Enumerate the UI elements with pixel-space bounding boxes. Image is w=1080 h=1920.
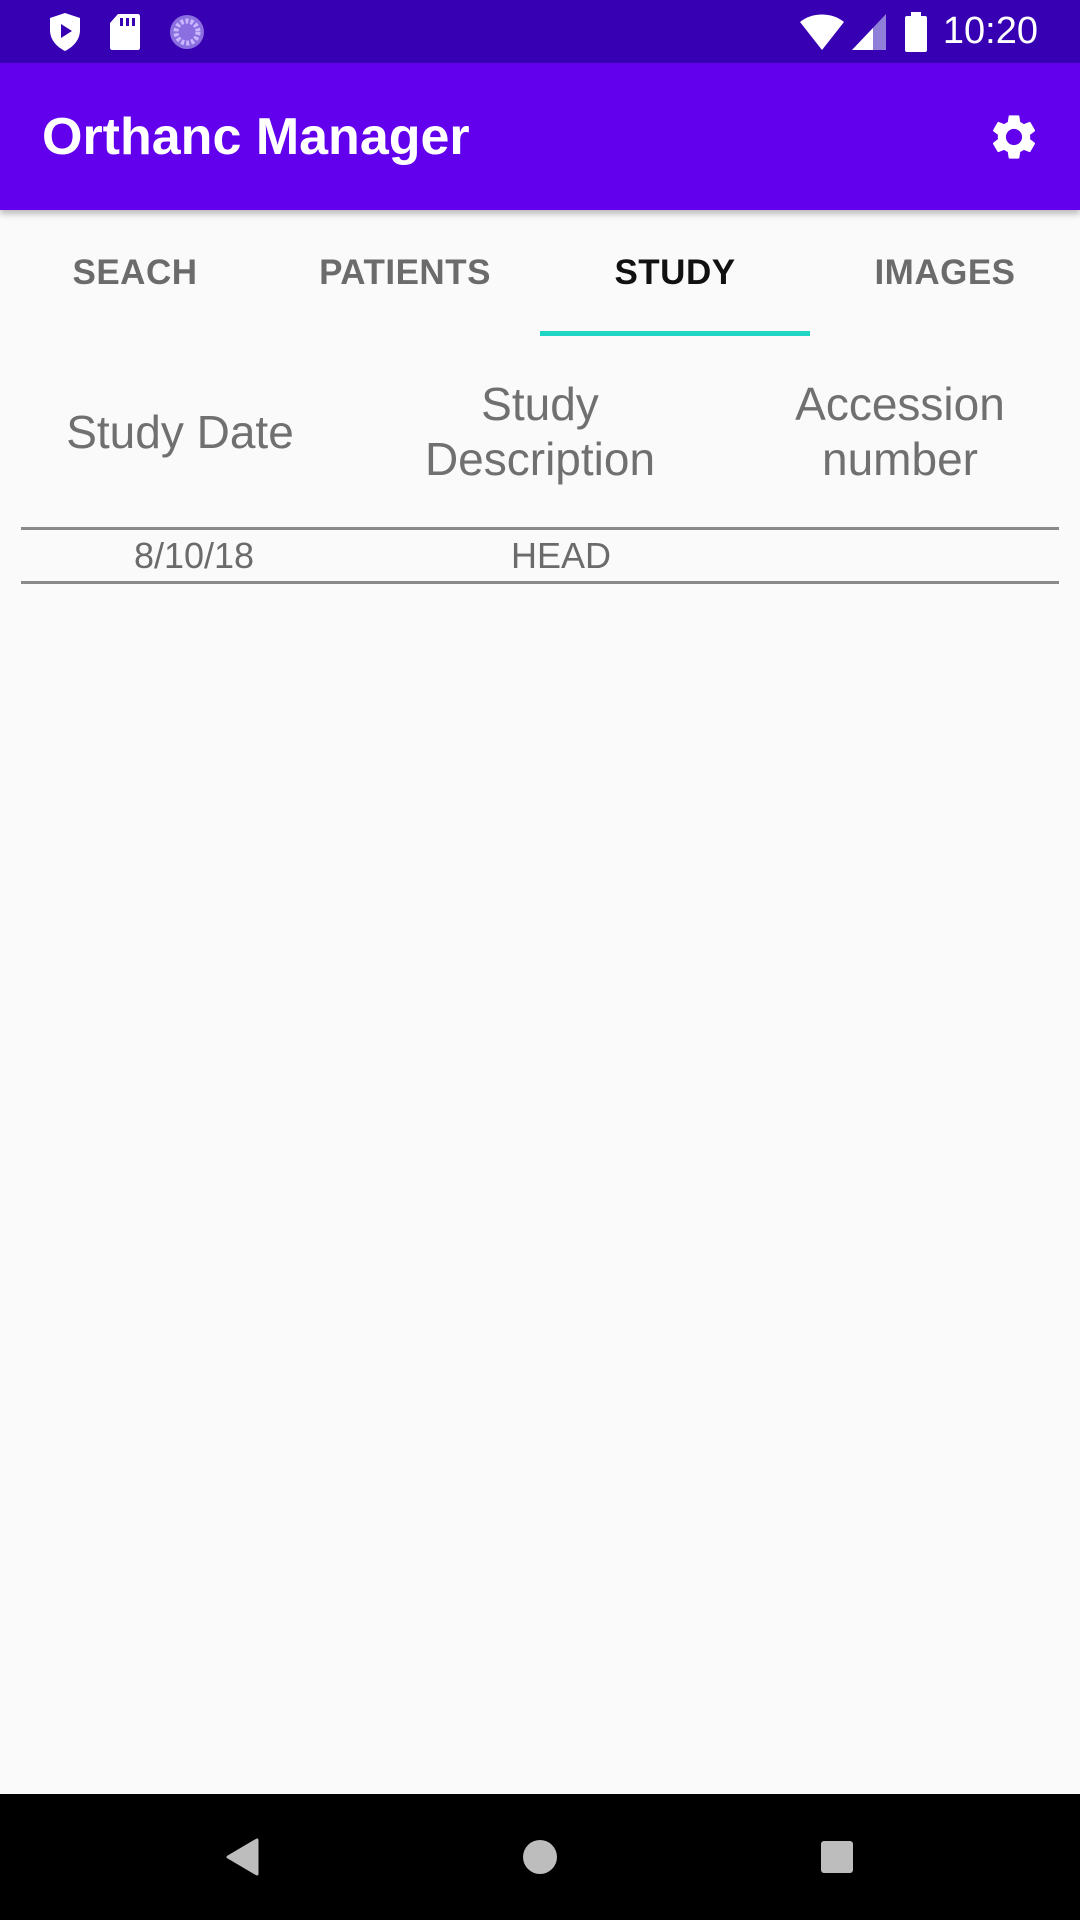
sd-card-icon	[109, 13, 141, 51]
sync-circle-icon	[168, 13, 206, 51]
recents-button[interactable]	[797, 1817, 877, 1897]
wifi-icon	[799, 13, 845, 51]
tab-images[interactable]: IMAGES	[810, 210, 1080, 336]
home-circle-icon	[521, 1838, 559, 1876]
tab-label: STUDY	[614, 253, 736, 292]
status-bar: 10:20	[0, 0, 1080, 63]
header-label-line: Study	[481, 378, 599, 430]
tab-label: PATIENTS	[319, 253, 491, 292]
settings-button[interactable]	[982, 105, 1046, 169]
navigation-bar	[0, 1794, 1080, 1920]
tab-study[interactable]: STUDY	[540, 210, 810, 336]
row-divider-bottom	[21, 581, 1059, 584]
tab-patients[interactable]: PATIENTS	[270, 210, 540, 336]
home-button[interactable]	[500, 1817, 580, 1897]
status-bar-system: 10:20	[799, 10, 1038, 53]
table-header: Study Date Study Description Accession n…	[0, 336, 1080, 528]
status-bar-notifications	[48, 12, 233, 52]
header-study-description: Study Description	[360, 377, 720, 487]
battery-icon	[904, 11, 927, 52]
cell-study-date: 8/10/18	[133, 535, 255, 576]
cell-study-description: HEAD	[510, 535, 612, 576]
table-row[interactable]: 8/10/18 HEAD	[21, 530, 1059, 582]
back-button[interactable]	[202, 1817, 282, 1897]
tab-label: IMAGES	[874, 253, 1016, 292]
app-title: Orthanc Manager	[42, 107, 470, 166]
header-label-line: Description	[424, 433, 656, 485]
tab-bar: SEACH PATIENTS STUDY IMAGES	[0, 210, 1080, 336]
header-study-date: Study Date	[0, 405, 360, 460]
recents-square-icon	[820, 1840, 854, 1874]
header-label-line: number	[822, 433, 978, 485]
shield-play-icon	[48, 12, 82, 52]
status-time: 10:20	[942, 10, 1038, 52]
header-label-line: Accession	[795, 378, 1005, 430]
cell-signal-icon	[851, 13, 887, 51]
app-bar: Orthanc Manager	[0, 63, 1080, 210]
header-accession-number: Accession number	[720, 377, 1080, 487]
back-triangle-icon	[225, 1838, 259, 1876]
tab-search[interactable]: SEACH	[0, 210, 270, 336]
header-label: Study Date	[66, 405, 294, 458]
gear-icon	[987, 110, 1041, 164]
tab-label: SEACH	[72, 253, 198, 292]
